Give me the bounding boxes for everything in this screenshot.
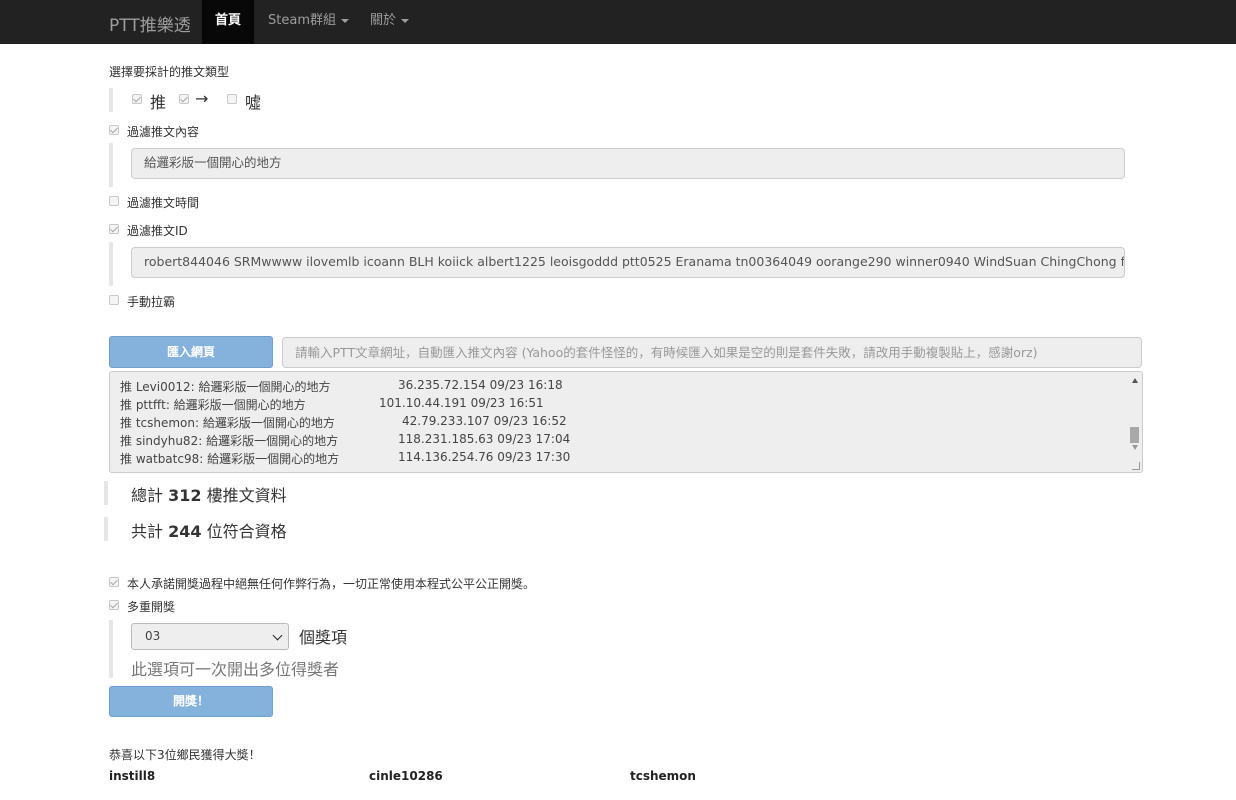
filter-id-input[interactable]: robert844046 SRMwwww ilovemlb icoann BLH… xyxy=(131,247,1125,278)
nav-steam-label: Steam群組 xyxy=(268,13,336,28)
filter-time-label: 過濾推文時間 xyxy=(127,196,200,210)
winner-name: tcshemon xyxy=(630,769,696,783)
multi-draw-checkbox[interactable] xyxy=(109,600,119,610)
id-indent-bar xyxy=(109,242,113,286)
content-indent-bar xyxy=(109,143,113,187)
draw-button[interactable]: 開獎！ xyxy=(109,686,273,717)
caret-down-icon xyxy=(340,18,349,23)
multi-draw-hint: 此選項可一次開出多位得獎者 xyxy=(131,660,340,679)
boo-checkbox[interactable] xyxy=(227,94,237,104)
caret-down-icon xyxy=(401,18,410,23)
import-button[interactable]: 匯入網頁 xyxy=(109,336,273,368)
brand-logo[interactable]: PTT推樂透 xyxy=(109,11,191,36)
push-line: 推 sindyhu82: 給邏彩版一個開心的地方 118.231.185.63 0… xyxy=(120,432,571,448)
push-line: 推 watbatc98: 給邏彩版一個開心的地方 114.136.254.76 0… xyxy=(120,450,571,466)
push-label: 推 xyxy=(150,93,167,112)
push-line: 推 tcshemon: 給邏彩版一個開心的地方 42.79.233.107 09/… xyxy=(120,414,567,430)
multi-draw-label: 多重開獎 xyxy=(127,600,176,614)
prize-count-select[interactable]: 03 xyxy=(131,623,289,650)
chevron-down-icon xyxy=(272,630,283,641)
winner-name: instill8 xyxy=(109,769,156,783)
total-indent-bar xyxy=(104,481,108,505)
filter-content-input[interactable]: 給邏彩版一個開心的地方 xyxy=(131,148,1125,179)
promise-label: 本人承諾開獎過程中絕無任何作弊行為，一切正常使用本程式公平公正開獎。 xyxy=(127,577,536,591)
scroll-down-icon[interactable] xyxy=(1132,445,1138,450)
nav-about-label: 關於 xyxy=(370,13,397,28)
total-count: 總計 312 樓推文資料 xyxy=(131,486,287,505)
promise-checkbox[interactable] xyxy=(109,577,119,587)
multi-indent-bar xyxy=(109,620,113,678)
url-input[interactable]: 請輸入PTT文章網址，自動匯入推文內容 (Yahoo的套件怪怪的，有時候匯入如果… xyxy=(282,337,1142,368)
textarea-scrollbar[interactable] xyxy=(1128,372,1142,472)
nav-steam-dropdown[interactable]: Steam群組 xyxy=(268,0,349,44)
manual-checkbox[interactable] xyxy=(109,295,119,305)
scroll-up-icon[interactable] xyxy=(1132,378,1138,383)
qualified-indent-bar xyxy=(104,517,108,541)
push-content-textarea[interactable]: 推 Levi0012: 給邏彩版一個開心的地方 36.235.72.154 09/… xyxy=(109,371,1143,473)
winner-name: cinle10286 xyxy=(369,769,443,783)
filter-time-checkbox[interactable] xyxy=(109,196,119,206)
nav-about-dropdown[interactable]: 關於 xyxy=(370,0,410,44)
scroll-thumb[interactable] xyxy=(1130,427,1139,443)
navbar: PTT推樂透 首頁 Steam群組 關於 xyxy=(0,0,1236,44)
filter-content-checkbox[interactable] xyxy=(109,125,119,135)
push-line: 推 pttfft: 給邏彩版一個開心的地方 101.10.44.191 09/23… xyxy=(120,396,544,412)
manual-label: 手動拉霸 xyxy=(127,295,176,309)
arrow-checkbox[interactable] xyxy=(179,94,189,104)
types-heading: 選擇要採計的推文類型 xyxy=(109,65,230,79)
filter-id-checkbox[interactable] xyxy=(109,224,119,234)
prize-count-suffix: 個獎項 xyxy=(299,628,348,647)
nav-home[interactable]: 首頁 xyxy=(202,0,255,44)
qualified-count: 共計 244 位符合資格 xyxy=(131,522,287,541)
push-checkbox[interactable] xyxy=(132,94,142,104)
filter-id-label: 過濾推文ID xyxy=(127,224,188,238)
push-line: 推 Levi0012: 給邏彩版一個開心的地方 36.235.72.154 09/… xyxy=(120,378,563,394)
boo-label: 噓 xyxy=(245,93,262,112)
winner-message: 恭喜以下3位鄉民獲得大獎！ xyxy=(109,748,261,762)
arrow-label: → xyxy=(195,89,209,108)
filter-content-label: 過濾推文內容 xyxy=(127,125,200,139)
resize-grip-icon[interactable] xyxy=(1132,462,1140,470)
types-indent-bar xyxy=(109,88,113,112)
